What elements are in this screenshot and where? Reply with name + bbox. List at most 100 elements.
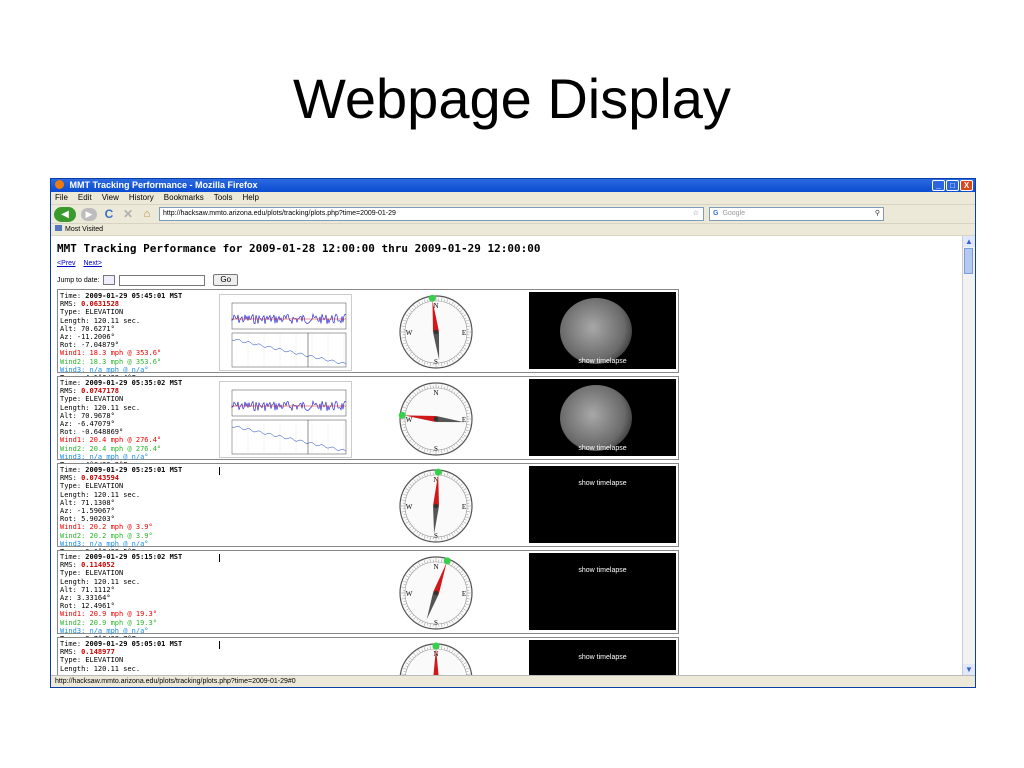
folder-icon — [55, 225, 62, 231]
go-button[interactable]: Go — [213, 274, 239, 286]
compass-label-w: W — [406, 416, 413, 424]
time-value: 2009-01-29 05:25:01 MST — [85, 466, 183, 474]
tracking-info: Time: 2009-01-29 05:25:01 MST RMS: 0.0743… — [60, 466, 220, 556]
missing-plot-marker — [219, 554, 220, 562]
calendar-icon[interactable] — [103, 275, 116, 285]
navigation-toolbar: ◀ ▶ C ✕ ⌂ http://hacksaw.mmto.arizona.ed… — [51, 205, 975, 224]
slide-title: Webpage Display — [293, 67, 731, 130]
prev-link[interactable]: <Prev — [57, 260, 75, 267]
wind-compass: N E S W — [398, 555, 474, 631]
google-icon[interactable]: G — [713, 208, 718, 220]
home-icon[interactable]: ⌂ — [140, 208, 154, 220]
reload-icon[interactable]: C — [102, 207, 116, 221]
tracking-row: Time: 2009-01-29 05:35:02 MST RMS: 0.0747… — [57, 376, 679, 469]
tracking-info: Time: 2009-01-29 05:35:02 MST RMS: 0.0747… — [60, 379, 220, 469]
wind-marker — [434, 468, 442, 476]
close-button[interactable]: X — [960, 180, 973, 191]
rms-label: RMS: — [60, 561, 77, 570]
show-timelapse-link[interactable]: show timelapse — [529, 654, 676, 661]
back-icon[interactable]: ◀ — [54, 206, 76, 222]
scroll-up-icon[interactable]: ▲ — [963, 236, 975, 247]
sky-camera-image[interactable]: show timelapse — [529, 466, 676, 543]
menu-edit[interactable]: Edit — [78, 192, 92, 204]
rms-value: 0.114052 — [81, 561, 115, 570]
wind-marker — [398, 411, 406, 419]
wind1-text: Wind1: 20.4 mph @ 276.4° — [60, 436, 162, 445]
time-label: Time: — [60, 466, 82, 474]
date-input[interactable] — [119, 274, 206, 286]
wind2-text: Wind2: 20.4 mph @ 276.4° — [60, 444, 162, 453]
forward-icon[interactable]: ▶ — [81, 207, 97, 221]
sky-camera-image[interactable]: show timelapse — [529, 553, 676, 630]
stop-icon[interactable]: ✕ — [121, 207, 135, 221]
minimize-button[interactable]: _ — [932, 180, 945, 191]
type-text: Type: ELEVATION — [60, 656, 124, 665]
wind3-text: Wind3: n/a mph @ n/a° — [60, 452, 149, 461]
wind1-text: Wind1: 20.9 mph @ 19.3° — [60, 610, 157, 619]
tracking-plot[interactable] — [219, 294, 352, 371]
menu-bookmarks[interactable]: Bookmarks — [164, 192, 204, 204]
show-timelapse-link[interactable]: show timelapse — [529, 358, 676, 365]
scroll-down-icon[interactable]: ▼ — [963, 664, 975, 675]
next-link[interactable]: Next> — [83, 260, 101, 267]
search-icon[interactable]: ⚲ — [875, 208, 880, 220]
missing-plot-marker — [219, 641, 220, 649]
alt-text: Alt: 70.9678° — [60, 411, 115, 420]
url-bar[interactable]: http://hacksaw.mmto.arizona.edu/plots/tr… — [159, 207, 704, 221]
tracking-row: Time: 2009-01-29 05:05:01 MST RMS: 0.1489… — [57, 637, 679, 675]
all-sky-image — [560, 298, 632, 364]
url-text: http://hacksaw.mmto.arizona.edu/plots/tr… — [163, 210, 396, 217]
wind3-text: Wind3: n/a mph @ n/a° — [60, 626, 149, 635]
compass-label-n: N — [433, 389, 438, 397]
rot-text: Rot: 12.4961° — [60, 602, 115, 611]
menu-view[interactable]: View — [102, 192, 119, 204]
rms-label: RMS: — [60, 648, 77, 657]
compass-label-n: N — [433, 302, 438, 310]
compass-label-e: E — [462, 416, 466, 424]
bookmark-most-visited[interactable]: Most Visited — [65, 226, 103, 233]
show-timelapse-link[interactable]: show timelapse — [529, 480, 676, 487]
wind2-text: Wind2: 18.3 mph @ 353.6° — [60, 357, 162, 366]
rms-label: RMS: — [60, 474, 77, 483]
wind3-text: Wind3: n/a mph @ n/a° — [60, 539, 149, 548]
menu-tools[interactable]: Tools — [214, 192, 233, 204]
tracking-plot[interactable] — [219, 381, 352, 458]
firefox-icon — [55, 180, 64, 189]
time-label: Time: — [60, 292, 82, 300]
rms-value: 0.0747178 — [81, 387, 120, 396]
compass-label-e: E — [462, 590, 466, 598]
compass-label-w: W — [406, 590, 413, 598]
compass-label-s: S — [434, 532, 438, 540]
sky-camera-image[interactable]: show timelapse — [529, 640, 676, 675]
compass-label-s: S — [434, 445, 438, 453]
scroll-thumb[interactable] — [964, 248, 973, 274]
alt-text: Alt: 71.1308° — [60, 498, 115, 507]
vertical-scrollbar[interactable]: ▲ ▼ — [962, 236, 975, 675]
sky-camera-image[interactable]: show timelapse — [529, 379, 676, 456]
wind3-text: Wind3: n/a mph @ n/a° — [60, 365, 149, 374]
all-sky-image — [560, 385, 632, 451]
tracking-row: Time: 2009-01-29 05:15:02 MST RMS: 0.1140… — [57, 550, 679, 643]
rms-label: RMS: — [60, 300, 77, 309]
tracking-info: Time: 2009-01-29 05:15:02 MST RMS: 0.1140… — [60, 553, 220, 643]
time-label: Time: — [60, 379, 82, 387]
show-timelapse-link[interactable]: show timelapse — [529, 445, 676, 452]
menu-history[interactable]: History — [129, 192, 154, 204]
compass-label-s: S — [434, 358, 438, 366]
type-text: Type: ELEVATION — [60, 395, 124, 404]
maximize-button[interactable]: □ — [946, 180, 959, 191]
bookmark-star-icon[interactable]: ☆ — [693, 208, 699, 220]
compass-label-w: W — [406, 329, 413, 337]
missing-plot-marker — [219, 467, 220, 475]
rms-value: 0.0631528 — [81, 300, 120, 309]
rms-value: 0.0743594 — [81, 474, 120, 483]
time-value: 2009-01-29 05:45:01 MST — [85, 292, 183, 300]
compass-label-s: S — [434, 619, 438, 627]
menu-help[interactable]: Help — [242, 192, 258, 204]
search-input[interactable]: G Google ⚲ — [709, 207, 884, 221]
show-timelapse-link[interactable]: show timelapse — [529, 567, 676, 574]
az-text: Az: -6.47079° — [60, 420, 115, 429]
window-titlebar: MMT Tracking Performance - Mozilla Firef… — [51, 179, 975, 192]
menu-file[interactable]: File — [55, 192, 68, 204]
sky-camera-image[interactable]: show timelapse — [529, 292, 676, 369]
